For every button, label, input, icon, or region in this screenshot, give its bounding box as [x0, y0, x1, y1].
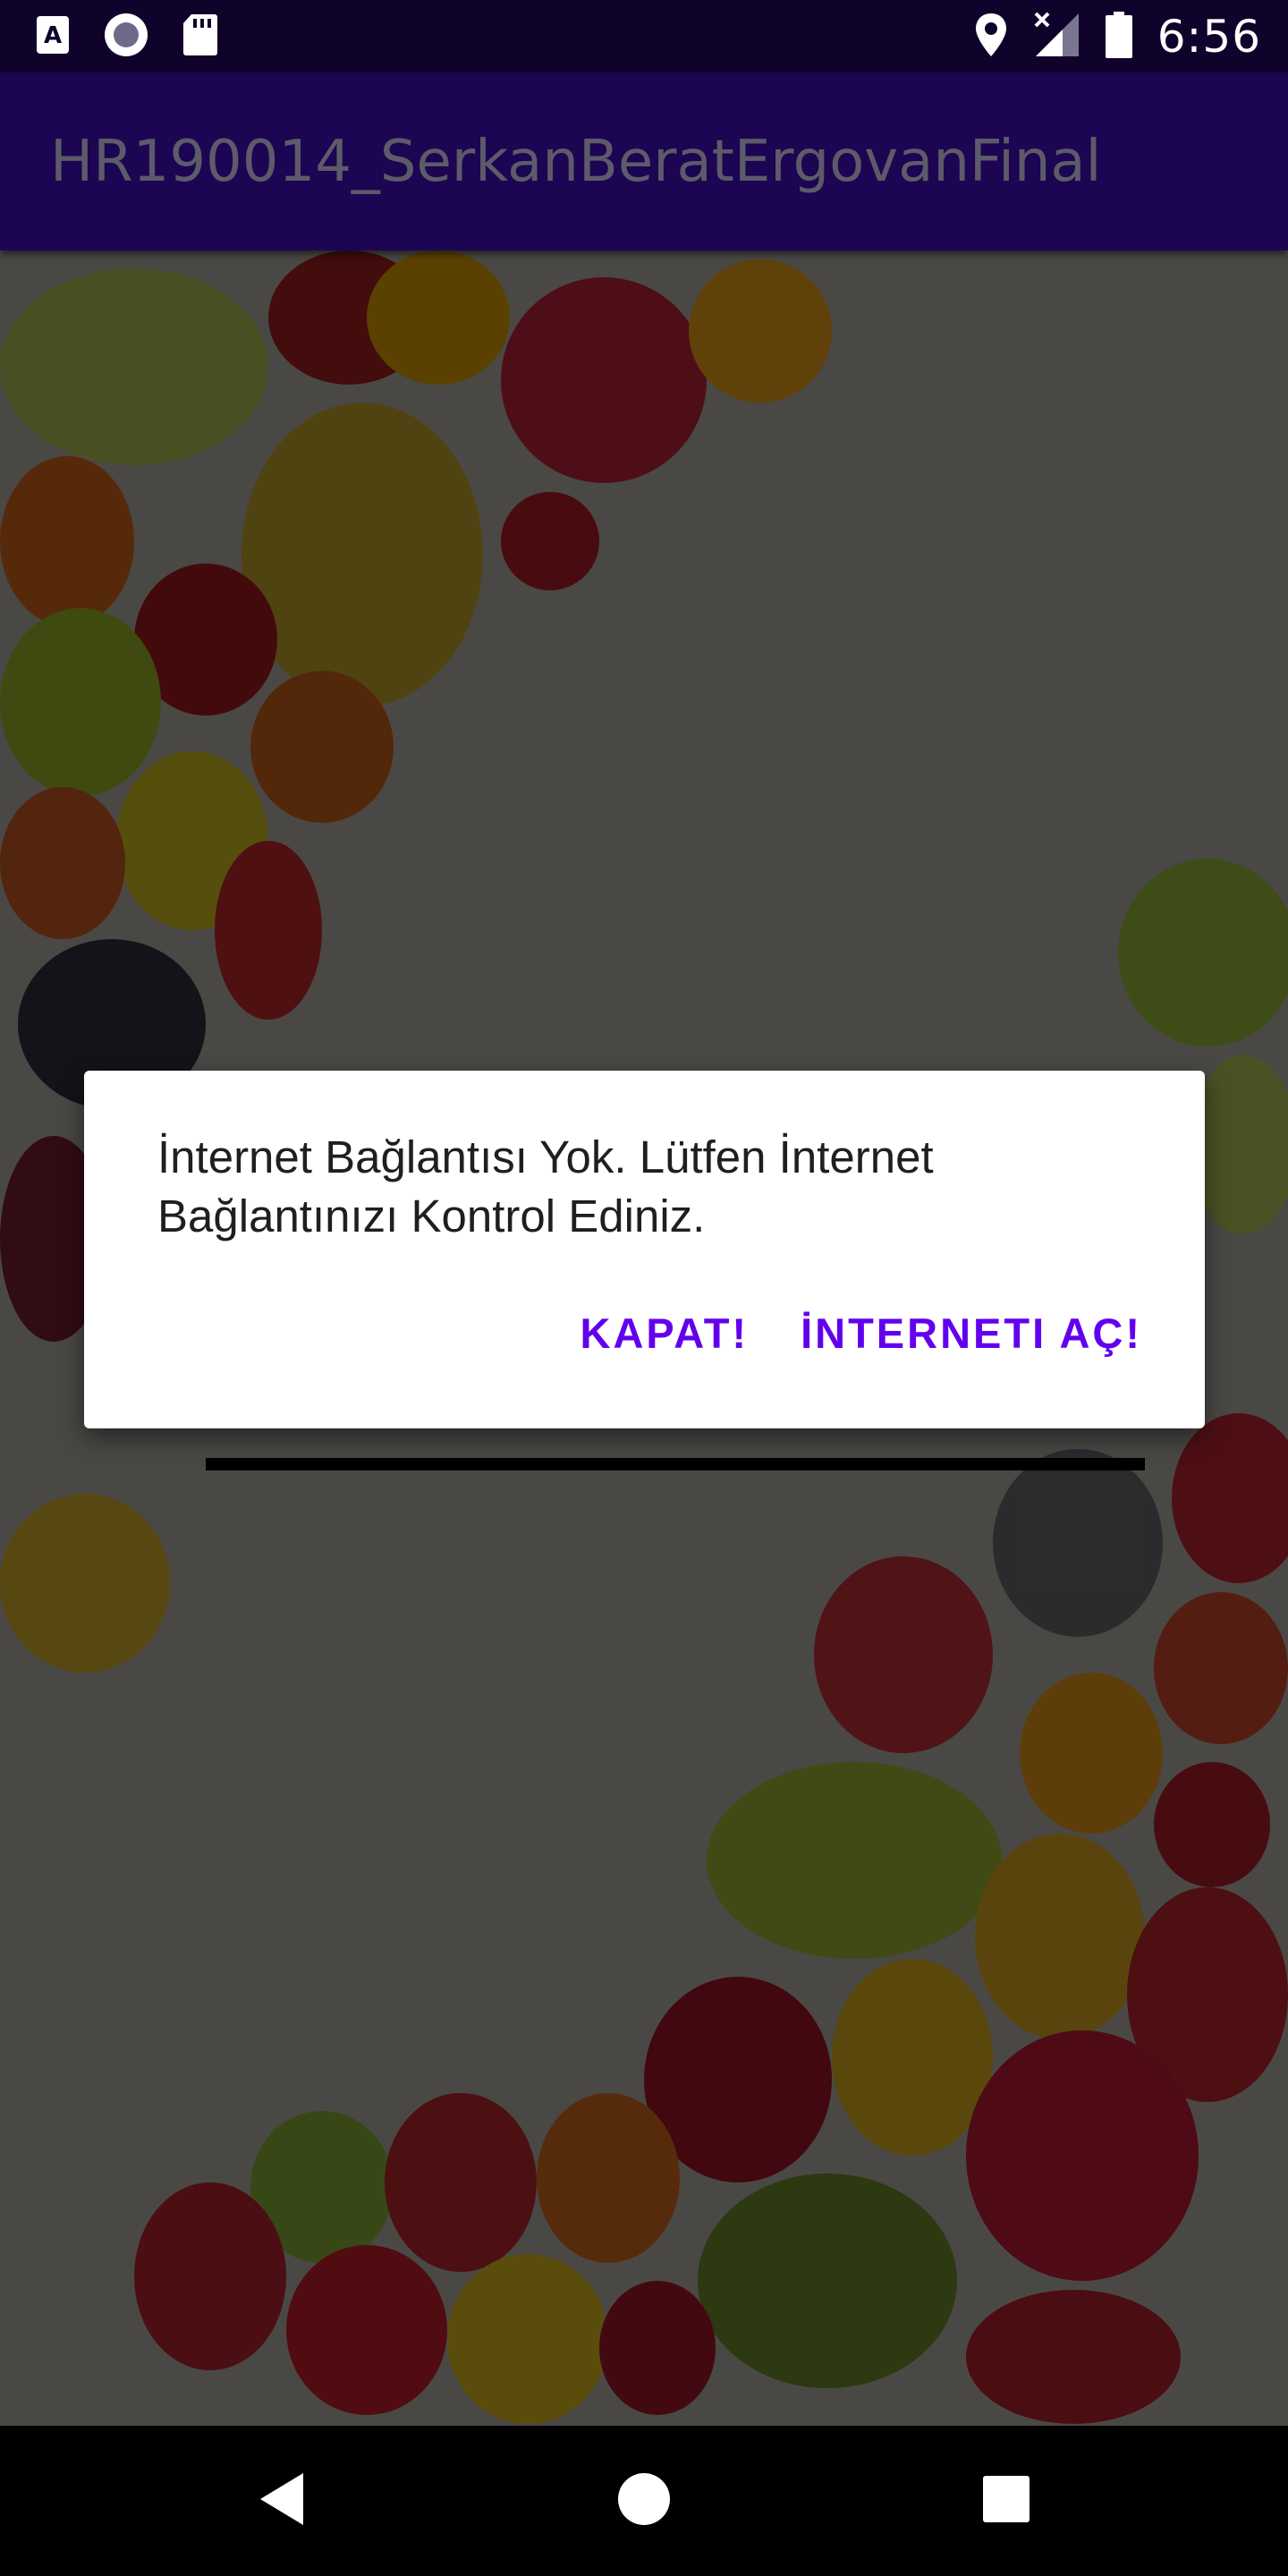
home-button[interactable]: [555, 2426, 733, 2576]
status-bar-right-icons: 6:56: [975, 9, 1261, 64]
close-button[interactable]: KAPAT!: [580, 1309, 750, 1358]
svg-text:A: A: [44, 22, 62, 49]
record-icon: [104, 13, 148, 61]
recents-icon: [982, 2475, 1030, 2527]
recents-button[interactable]: [917, 2426, 1096, 2576]
dialog-message: İnternet Bağlantısı Yok. Lütfen İnternet…: [157, 1131, 934, 1241]
sd-card-icon: [182, 13, 218, 60]
status-bar-clock: 6:56: [1157, 11, 1261, 63]
app-bar: HR190014_SerkanBeratErgovanFinal: [0, 72, 1288, 250]
no-internet-dialog: İnternet Bağlantısı Yok. Lütfen İnternet…: [84, 1071, 1205, 1428]
home-icon: [617, 2472, 671, 2529]
signal-no-data-icon: [1032, 12, 1080, 62]
app-title: HR190014_SerkanBeratErgovanFinal: [50, 129, 1102, 195]
navigation-bar: [0, 2426, 1288, 2576]
open-internet-button[interactable]: İNTERNETI AÇ!: [801, 1309, 1142, 1358]
location-icon: [975, 13, 1007, 61]
dialog-actions: KAPAT! İNTERNETI AÇ!: [580, 1309, 1142, 1358]
status-bar: A 6:56: [0, 0, 1288, 72]
back-icon: [257, 2471, 307, 2530]
back-button[interactable]: [192, 2426, 371, 2576]
status-bar-left-icons: A: [36, 13, 218, 61]
battery-icon: [1105, 12, 1132, 62]
accessibility-a-icon: A: [36, 15, 70, 58]
